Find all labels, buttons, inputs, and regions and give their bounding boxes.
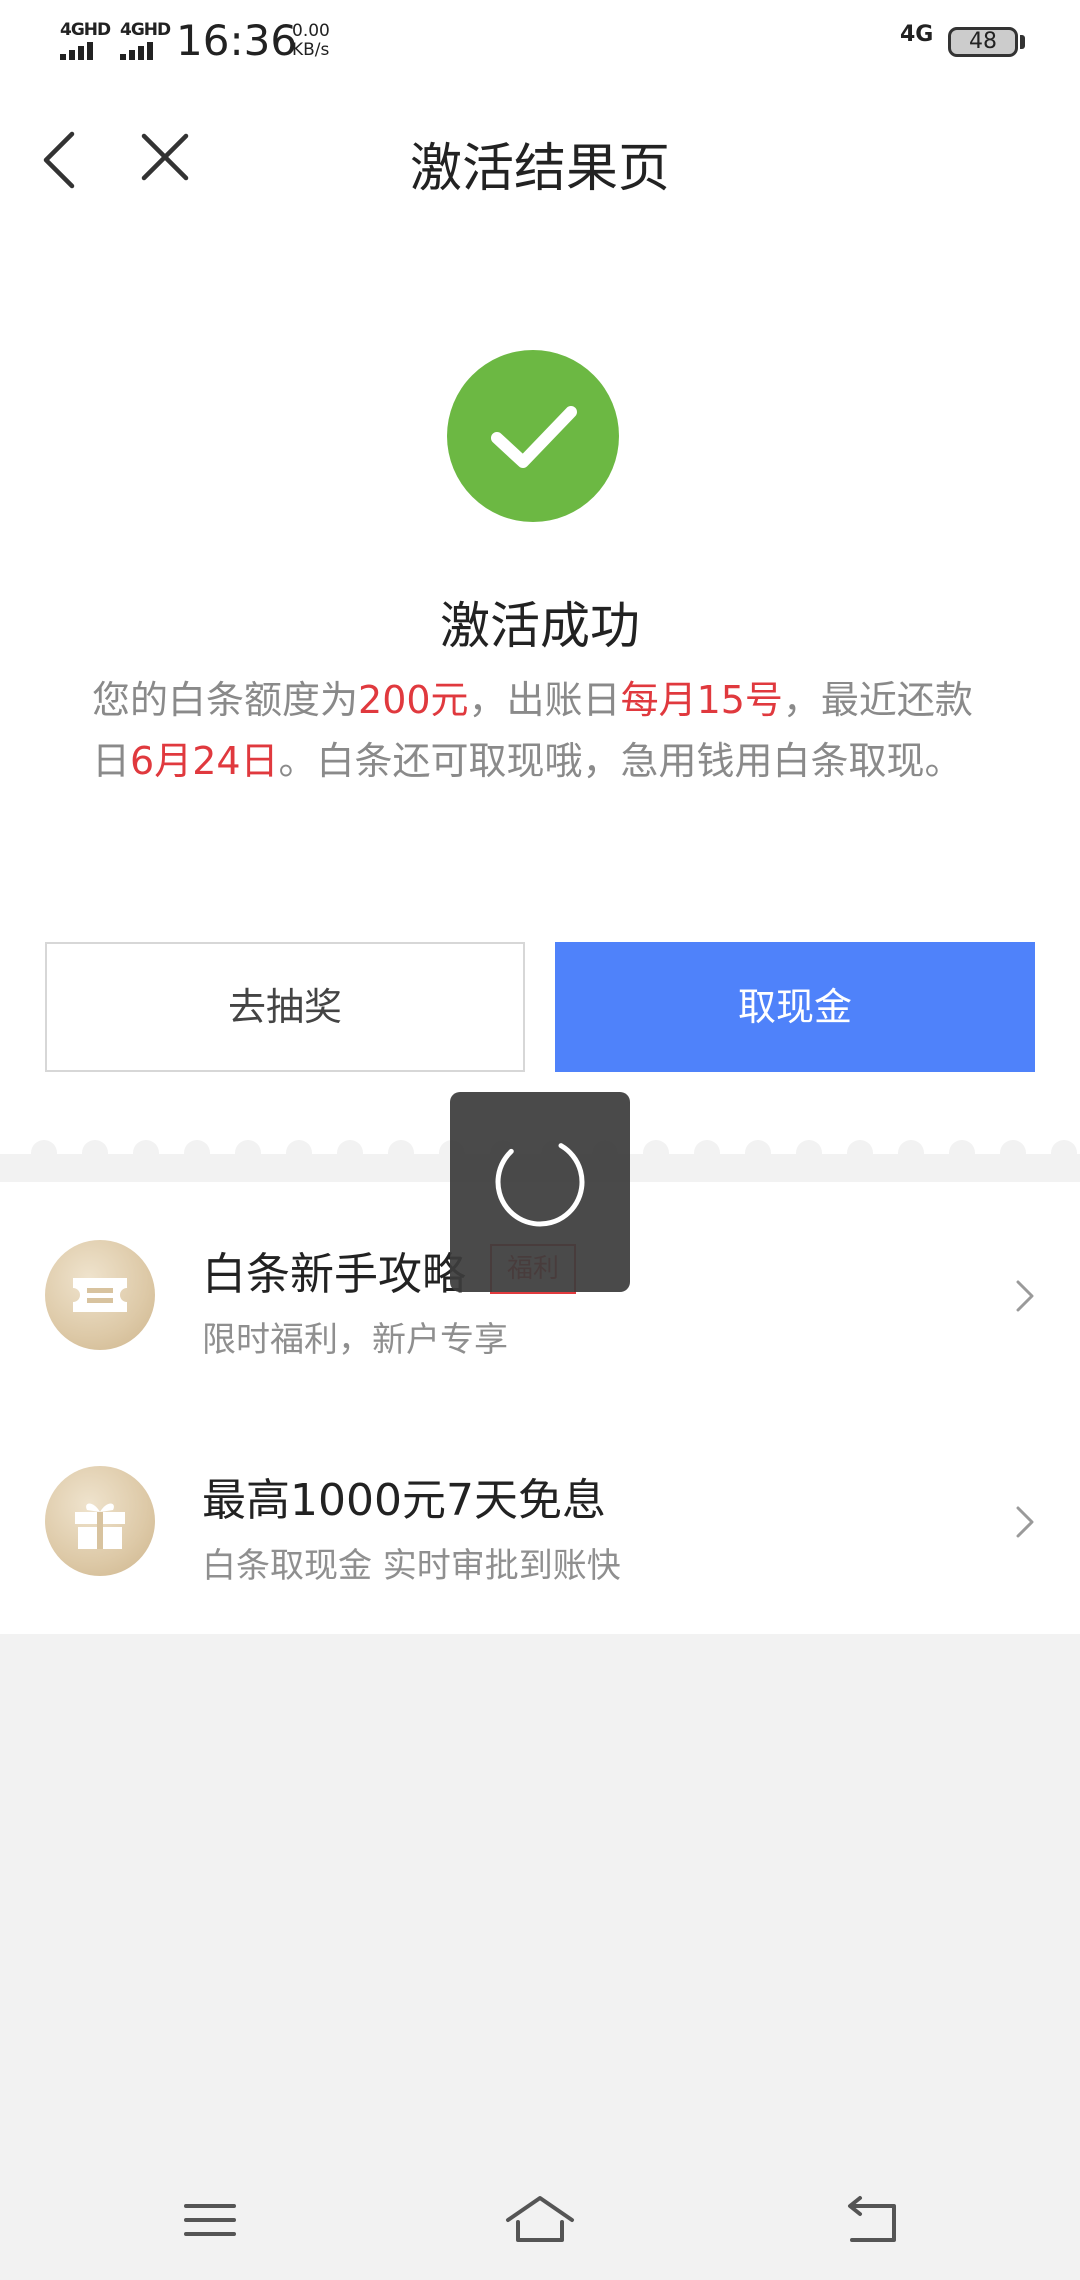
perforation-dot [235, 1140, 261, 1166]
perforation-dot [796, 1140, 822, 1166]
signal-icon: 4GHD [118, 20, 172, 60]
success-title: 激活成功 [440, 597, 640, 655]
ticket-icon [45, 1240, 155, 1350]
chevron-right-icon [1016, 1280, 1034, 1312]
status-time: 16:36 [176, 16, 298, 65]
perforation-dot [31, 1140, 57, 1166]
list-item-subtitle: 限时福利，新户专享 [202, 1320, 508, 1360]
desc-text: 。白条还可取现哦，急用钱用白条取现。 [278, 739, 963, 783]
perforation-dot [1051, 1140, 1077, 1166]
home-icon[interactable] [500, 2190, 580, 2250]
list-item-title: 最高1000元7天免息 [202, 1475, 606, 1526]
chevron-right-icon [1016, 1506, 1034, 1538]
repayment-day: 6月24日 [130, 739, 279, 783]
cash-button[interactable]: 取现金 [555, 942, 1035, 1072]
perforation-dot [898, 1140, 924, 1166]
network-speed: 0.00 KB/s [292, 21, 330, 60]
perforation-dot [643, 1140, 669, 1166]
signal-icon: 4GHD [58, 20, 112, 60]
perforation-dot [337, 1140, 363, 1166]
header: 激活结果页 [0, 100, 1080, 220]
credit-limit: 200元 [358, 678, 469, 722]
perforation-dot [388, 1140, 414, 1166]
battery-icon: 48 [948, 27, 1018, 57]
billing-day: 每月15号 [620, 678, 783, 722]
loading-overlay [450, 1092, 630, 1292]
status-bar: 4GHD 4GHD 16:36 0.00 KB/s 4G 48 [0, 0, 1080, 84]
list-item-subtitle: 白条取现金 实时审批到账快 [202, 1546, 621, 1586]
perforation-dot [133, 1140, 159, 1166]
perforation-dot [82, 1140, 108, 1166]
perforation-dot [286, 1140, 312, 1166]
perforation-dot [949, 1140, 975, 1166]
back-nav-icon[interactable] [830, 2190, 910, 2250]
result-description: 您的白条额度为200元，出账日每月15号，最近还款日6月24日。白条还可取现哦，… [92, 670, 992, 792]
desc-text: 您的白条额度为 [92, 678, 359, 722]
battery-nub [1020, 35, 1025, 49]
list-item-title: 白条新手攻略 [202, 1249, 466, 1300]
perforation-dot [184, 1140, 210, 1166]
list-item[interactable]: 最高1000元7天免息 白条取现金 实时审批到账快 [0, 1408, 1080, 1634]
check-icon [491, 406, 577, 468]
gift-icon [45, 1466, 155, 1576]
success-badge [447, 350, 619, 522]
perforation-dot [694, 1140, 720, 1166]
perforation-dot [1000, 1140, 1026, 1166]
spinner-icon [495, 1137, 585, 1227]
menu-icon[interactable] [170, 2190, 250, 2250]
lottery-button[interactable]: 去抽奖 [45, 942, 525, 1072]
perforation-dot [847, 1140, 873, 1166]
network-type: 4G [900, 22, 934, 47]
system-navbar [0, 2160, 1080, 2280]
page-title: 激活结果页 [409, 139, 670, 199]
desc-text: ，出账日 [468, 678, 621, 722]
perforation-dot [745, 1140, 771, 1166]
